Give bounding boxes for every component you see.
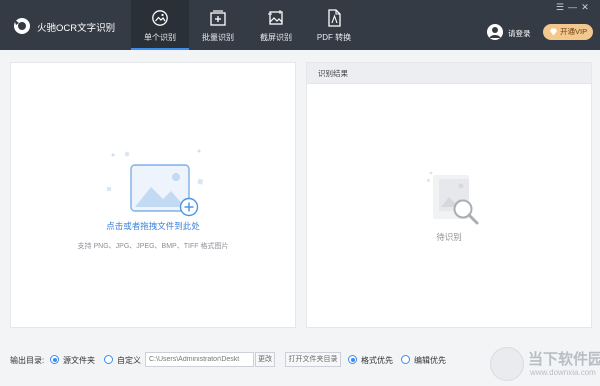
result-panel-title: 识别结果 (307, 63, 591, 84)
change-path-button[interactable]: 更改 (255, 352, 275, 367)
tab-pdf-convert[interactable]: PDF 转换 (305, 0, 363, 50)
edit-priority-label[interactable]: 编辑优先 (414, 355, 446, 366)
empty-result-text: 待识别 (436, 232, 462, 242)
supported-formats: 支持 PNG、JPG、JPEG、BMP、TIFF 格式图片 (77, 243, 229, 250)
menu-icon[interactable]: ☰ (555, 2, 565, 13)
close-icon[interactable]: ✕ (580, 2, 590, 13)
output-dir-label: 输出目录: (10, 356, 45, 365)
single-recognize-icon (152, 10, 168, 26)
vip-button[interactable]: 开通VIP (543, 24, 593, 40)
title-bar: 火驰OCR文字识别 单个识别 批量识别 截屏识别 PDF 转换 ☰ — ✕ 请登… (0, 0, 600, 50)
image-upload-illustration-icon (107, 149, 204, 217)
tab-screenshot-recognize[interactable]: 截屏识别 (247, 0, 305, 50)
active-tab-indicator (131, 48, 189, 50)
tab-label: 截屏识别 (260, 33, 292, 42)
watermark-logo-icon (490, 347, 524, 381)
tab-batch-recognize[interactable]: 批量识别 (189, 0, 247, 50)
login-link[interactable]: 请登录 (508, 28, 531, 39)
source-folder-radio[interactable] (50, 355, 59, 364)
custom-folder-radio[interactable] (104, 355, 113, 364)
format-priority-radio[interactable] (348, 355, 357, 364)
open-folder-button[interactable]: 打开文件夹目录 (285, 352, 341, 367)
vip-button-label: 开通VIP (560, 27, 588, 36)
tab-label: 单个识别 (144, 33, 176, 42)
output-path-input[interactable] (145, 352, 254, 367)
app-title: 火驰OCR文字识别 (37, 23, 116, 34)
edit-priority-radio[interactable] (401, 355, 410, 364)
window-controls: ☰ — ✕ (555, 2, 590, 14)
pdf-convert-icon (328, 9, 341, 27)
minimize-icon[interactable]: — (567, 2, 577, 12)
tab-label: PDF 转换 (316, 33, 352, 42)
diamond-icon (550, 28, 557, 36)
watermark-title: 当下软件园 (528, 351, 600, 368)
tab-label: 批量识别 (202, 33, 234, 42)
recognition-result-panel: 识别结果 待识别 (306, 62, 592, 328)
custom-folder-label[interactable]: 自定义 (117, 355, 141, 366)
screenshot-recognize-icon (268, 10, 283, 25)
drop-hint: 点击或者拖拽文件到此处 (106, 221, 200, 231)
batch-recognize-icon (210, 10, 226, 26)
empty-result-illustration-icon (427, 171, 479, 225)
file-drop-area[interactable]: 点击或者拖拽文件到此处 支持 PNG、JPG、JPEG、BMP、TIFF 格式图… (10, 62, 296, 328)
watermark-url: www.downxia.com (530, 368, 596, 377)
app-logo-icon (14, 18, 30, 34)
site-watermark: 当下软件园 www.downxia.com (490, 344, 600, 386)
format-priority-label[interactable]: 格式优先 (361, 355, 393, 366)
tab-single-recognize[interactable]: 单个识别 (131, 0, 189, 50)
user-avatar-icon[interactable] (487, 24, 503, 40)
source-folder-label[interactable]: 源文件夹 (63, 355, 95, 366)
